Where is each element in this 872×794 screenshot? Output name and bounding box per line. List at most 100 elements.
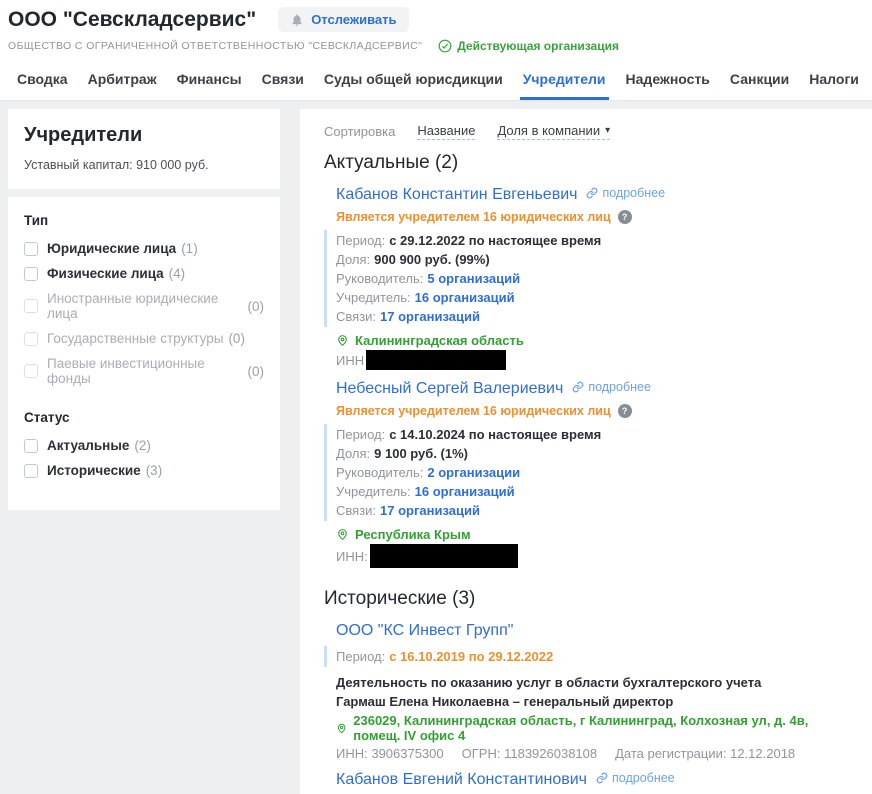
name-row: Кабанов Евгений Константинович подробнее (336, 771, 848, 789)
checkbox-icon (24, 242, 38, 256)
founder-count-link[interactable]: 16 организаций (415, 484, 515, 499)
name-row: Небесный Сергей Валериевич подробнее (336, 380, 848, 398)
activity-line: Деятельность по оказанию услуг в области… (336, 674, 848, 692)
filter-label: Юридические лица (47, 241, 176, 256)
inn-label: ИНН (336, 353, 364, 368)
tab-sudy-obshchey-yurisdiktsii[interactable]: Суды общей юрисдикции (321, 61, 506, 100)
charter-capital: Уставный капитал: 910 000 руб. (24, 158, 264, 172)
filters-sidebar: Учредители Уставный капитал: 910 000 руб… (8, 109, 280, 510)
chain-link-icon (596, 772, 608, 784)
filter-investment-funds: Паевые инвестиционные фонды (0) (24, 356, 264, 386)
tab-finansy[interactable]: Финансы (174, 61, 245, 100)
track-button-label: Отслеживать (311, 12, 396, 27)
more-link[interactable]: подробнее (586, 186, 665, 200)
registration-date: Дата регистрации: 12.12.2018 (615, 746, 795, 761)
details-block: Период:с 14.10.2024 по настоящее время Д… (324, 424, 848, 521)
filter-count: (4) (169, 266, 186, 281)
tab-svyazi[interactable]: Связи (259, 61, 307, 100)
share-row: Доля:900 900 руб. (99%) (336, 250, 848, 269)
filter-count: (0) (248, 299, 265, 314)
filter-label: Иностранные юридические лица (47, 291, 243, 321)
tab-svodka[interactable]: Сводка (14, 61, 71, 100)
region-link[interactable]: Республика Крым (336, 527, 848, 542)
inn-label: ИНН: (336, 549, 368, 564)
period-label: Период: (336, 427, 385, 442)
details-block: Период:с 29.12.2022 по настоящее время Д… (324, 230, 848, 327)
filter-group-status: Статус Актуальные (2) Исторические (3) (24, 410, 264, 478)
relations-row: Связи:17 организаций (336, 501, 848, 520)
founder-name-link[interactable]: Кабанов Евгений Константинович (336, 771, 587, 789)
tab-nadezhnost[interactable]: Надежность (623, 61, 713, 100)
filter-label: Государственные структуры (47, 331, 223, 346)
filter-group-type-title: Тип (24, 213, 264, 228)
inn-row: ИНН (336, 350, 848, 370)
period-row: Период:с 29.12.2022 по настоящее время (336, 231, 848, 250)
founder-name-link[interactable]: ООО "КС Инвест Групп" (336, 622, 513, 640)
founder-label: Учредитель: (336, 484, 411, 499)
filter-label: Актуальные (47, 438, 129, 453)
section-actual-title: Актуальные (2) (324, 152, 848, 174)
more-link[interactable]: подробнее (596, 771, 675, 785)
checkbox-icon (24, 439, 38, 453)
bell-icon (290, 13, 304, 27)
head-count-link[interactable]: 2 организации (427, 465, 520, 480)
info-icon[interactable]: ? (618, 404, 632, 418)
filter-individuals[interactable]: Физические лица (4) (24, 266, 264, 281)
filter-legal-entities[interactable]: Юридические лица (1) (24, 241, 264, 256)
founders-panel: Сортировка Название Доля в компании ▾ Ак… (300, 109, 872, 794)
location-pin-icon (336, 334, 349, 347)
relations-label: Связи: (336, 309, 376, 324)
share-row: Доля:9 100 руб. (1%) (336, 444, 848, 463)
checkbox-icon (24, 364, 38, 378)
founder-row: Учредитель: 16 организаций (336, 288, 848, 307)
tab-arbitrazh[interactable]: Арбитраж (85, 61, 160, 100)
founder-card: Кабанов Константин Евгеньевич подробнее … (336, 186, 848, 370)
relations-count-link[interactable]: 17 организаций (380, 309, 480, 324)
region-label: Республика Крым (355, 527, 471, 542)
name-row: ООО "КС Инвест Групп" (336, 622, 848, 640)
info-icon[interactable]: ? (618, 210, 632, 224)
sort-by-name[interactable]: Название (417, 123, 475, 140)
founder-label: Учредитель: (336, 290, 411, 305)
track-button[interactable]: Отслеживать (278, 7, 408, 32)
status-badge-label: Действующая организация (457, 39, 619, 53)
inn-value: ИНН: 3906375300 (336, 746, 444, 761)
location-pin-icon (336, 722, 347, 735)
period-label: Период: (336, 649, 385, 664)
relations-count-link[interactable]: 17 организаций (380, 503, 480, 518)
more-label: подробнее (602, 186, 665, 200)
founder-note-text: Является учредителем 16 юридических лиц (336, 210, 611, 224)
founder-count-link[interactable]: 16 организаций (415, 290, 515, 305)
company-full-name: ОБЩЕСТВО С ОГРАНИЧЕННОЙ ОТВЕТСТВЕННОСТЬЮ… (8, 40, 422, 52)
filter-historic[interactable]: Исторические (3) (24, 463, 264, 478)
period-value: с 29.12.2022 по настоящее время (389, 233, 601, 248)
content-area: Учредители Уставный капитал: 910 000 руб… (0, 101, 872, 794)
tab-uchrediteli[interactable]: Учредители (520, 61, 609, 100)
tab-sanktsii[interactable]: Санкции (727, 61, 792, 100)
head-row: Руководитель:2 организации (336, 463, 848, 482)
more-label: подробнее (612, 771, 675, 785)
sidebar-filters-panel: Тип Юридические лица (1) Физические лица… (8, 197, 280, 510)
founder-name-link[interactable]: Кабанов Константин Евгеньевич (336, 186, 577, 204)
sort-by-share-label: Доля в компании (497, 123, 600, 138)
filter-count: (1) (181, 241, 198, 256)
region-link[interactable]: Калининградская область (336, 333, 848, 348)
more-link[interactable]: подробнее (572, 380, 651, 394)
filter-actual[interactable]: Актуальные (2) (24, 438, 264, 453)
share-label: Доля: (336, 252, 370, 267)
head-count-link[interactable]: 5 организаций (427, 271, 520, 286)
filter-count: (0) (248, 364, 265, 379)
filter-label: Паевые инвестиционные фонды (47, 356, 243, 386)
address-link[interactable]: 236029, Калининградская область, г Калин… (336, 713, 848, 743)
founder-name-link[interactable]: Небесный Сергей Валериевич (336, 380, 563, 398)
filter-foreign-entities: Иностранные юридические лица (0) (24, 291, 264, 321)
sidebar-header-panel: Учредители Уставный капитал: 910 000 руб… (8, 109, 280, 189)
sort-label: Сортировка (324, 124, 395, 139)
sidebar-title: Учредители (24, 124, 264, 147)
chain-link-icon (586, 187, 598, 199)
sort-by-share[interactable]: Доля в компании ▾ (497, 123, 610, 140)
sort-bar: Сортировка Название Доля в компании ▾ (324, 123, 848, 140)
founder-note-text: Является учредителем 16 юридических лиц (336, 404, 611, 418)
tab-nalogi[interactable]: Налоги (806, 61, 862, 100)
filter-label: Исторические (47, 463, 141, 478)
